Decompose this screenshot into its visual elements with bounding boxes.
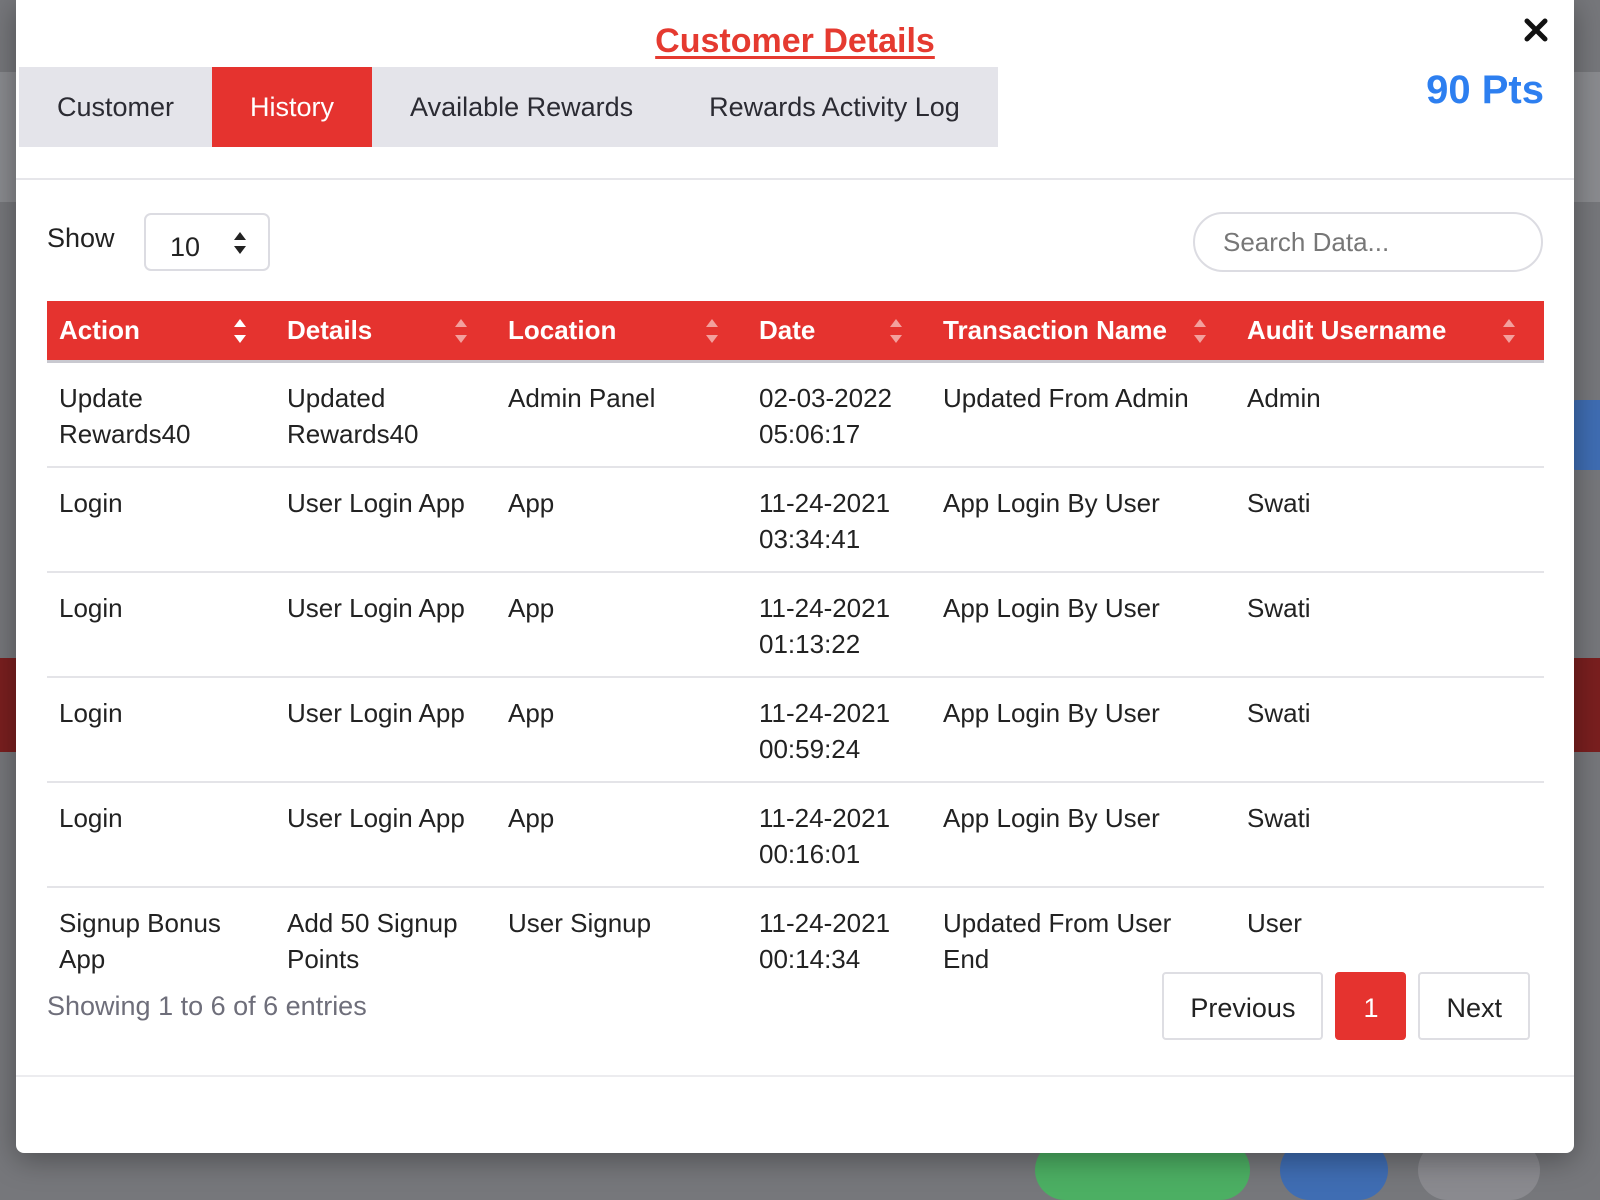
cell-transaction-name: App Login By User [931, 466, 1235, 573]
footer-divider [16, 1075, 1574, 1077]
cell-action: Login [47, 466, 275, 573]
select-arrows-icon [234, 232, 246, 254]
cell-location: User Signup [508, 907, 652, 938]
cell-action: Update Rewards40 [47, 361, 275, 468]
cell-date: 11-24-2021 03:34:41 [747, 466, 931, 573]
cell-location: App [496, 781, 747, 888]
sort-icon [234, 319, 246, 343]
close-icon[interactable] [1516, 10, 1556, 50]
header-divider [16, 178, 1574, 180]
column-header-details[interactable]: Details [275, 301, 496, 363]
cell-details: User Login App [275, 781, 496, 888]
tab-available-rewards[interactable]: Available Rewards [372, 67, 671, 147]
modal-title: Customer Details [655, 22, 935, 60]
table-row: Login User Login App App 11-24-2021 03:3… [47, 466, 1544, 573]
cell-date: 02-03-2022 05:06:17 [747, 361, 931, 468]
column-header-date[interactable]: Date [747, 301, 931, 363]
cell-details: User Login App [275, 676, 496, 783]
cell-details: Add 50 Signup Points [287, 907, 458, 974]
sort-icon [455, 319, 467, 343]
cell-action: Login [47, 781, 275, 888]
sort-icon [706, 319, 718, 343]
page-number-button[interactable]: 1 [1335, 972, 1407, 1040]
table-row: Login User Login App App 11-24-2021 00:1… [47, 781, 1544, 888]
pagination: Previous 1 Next [1150, 972, 1530, 1040]
cell-details: User Login App [275, 466, 496, 573]
cell-transaction-name: App Login By User [931, 676, 1235, 783]
search-input[interactable] [1193, 212, 1543, 272]
points-balance: 90 Pts [1426, 68, 1544, 112]
column-header-transaction-name[interactable]: Transaction Name [931, 301, 1235, 363]
cell-audit-username: Swati [1235, 676, 1544, 783]
sort-icon [1503, 319, 1515, 343]
history-table: Action Details Location Date Transaction… [47, 301, 1544, 991]
next-button[interactable]: Next [1418, 972, 1530, 1040]
column-header-audit-username[interactable]: Audit Username [1235, 301, 1544, 363]
tab-history[interactable]: History [212, 67, 373, 147]
sort-icon [1194, 319, 1206, 343]
cell-date: 11-24-2021 00:16:01 [747, 781, 931, 888]
previous-button[interactable]: Previous [1162, 972, 1324, 1040]
cell-action: Login [47, 676, 275, 783]
column-header-location[interactable]: Location [496, 301, 747, 363]
cell-transaction-name: App Login By User [931, 781, 1235, 888]
cell-audit-username: Admin [1235, 361, 1544, 468]
cell-date: 11-24-2021 00:59:24 [747, 676, 931, 783]
cell-action: Login [47, 571, 275, 678]
table-header-row: Action Details Location Date Transaction… [47, 301, 1544, 363]
customer-details-modal: Customer Details 90 Pts Customer History… [16, 0, 1574, 1153]
tab-rewards-activity-log[interactable]: Rewards Activity Log [671, 67, 998, 147]
cell-transaction-name: Updated From Admin [931, 361, 1235, 468]
cell-details: Updated Rewards40 [275, 361, 496, 468]
table-row: Update Rewards40 Updated Rewards40 Admin… [47, 361, 1544, 468]
table-row: Login User Login App App 11-24-2021 00:5… [47, 676, 1544, 783]
table-row: Login User Login App App 11-24-2021 01:1… [47, 571, 1544, 678]
table-info: Showing 1 to 6 of 6 entries [47, 991, 367, 1021]
cell-location: App [496, 676, 747, 783]
cell-location: App [496, 466, 747, 573]
cell-location: App [496, 571, 747, 678]
page-length-select[interactable]: 10 [144, 213, 270, 271]
column-header-action[interactable]: Action [47, 301, 275, 363]
backdrop-side-button [1572, 400, 1600, 470]
cell-date: 11-24-2021 00:14:34 [759, 907, 891, 974]
cell-audit-username: Swati [1235, 466, 1544, 573]
tab-bar: Customer History Available Rewards Rewar… [19, 67, 998, 147]
cell-action: Signup Bonus App [59, 907, 221, 974]
sort-icon [890, 319, 902, 343]
tab-customer[interactable]: Customer [19, 67, 212, 147]
page-length-value: 10 [170, 232, 201, 262]
cell-audit-username: Swati [1235, 781, 1544, 888]
cell-audit-username: Swati [1235, 571, 1544, 678]
show-label: Show [47, 223, 115, 253]
cell-location: Admin Panel [496, 361, 747, 468]
cell-date: 11-24-2021 01:13:22 [747, 571, 931, 678]
cell-details: User Login App [275, 571, 496, 678]
cell-transaction-name: App Login By User [931, 571, 1235, 678]
